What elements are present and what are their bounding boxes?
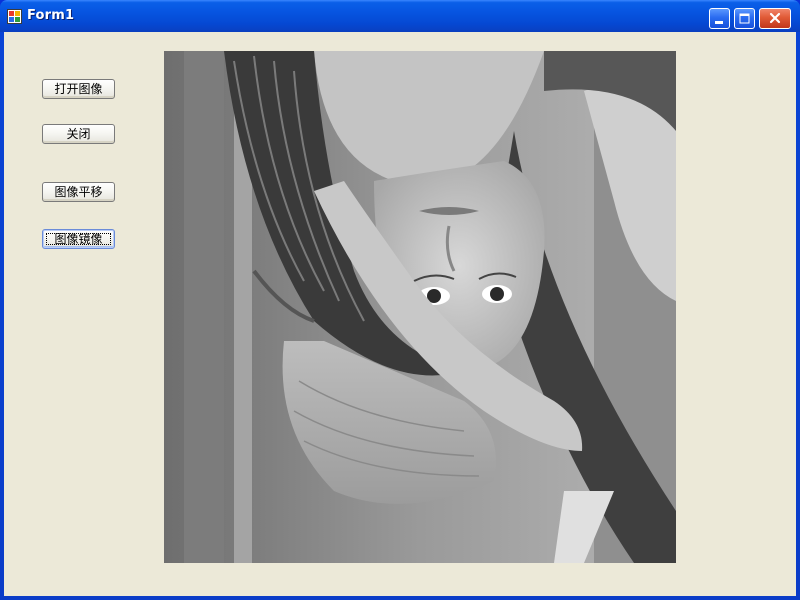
- mirror-image-button-label: 图像镜像: [54, 232, 103, 246]
- open-image-button[interactable]: 打开图像: [42, 79, 115, 99]
- minimize-button[interactable]: [709, 8, 730, 29]
- close-window-button[interactable]: [759, 8, 791, 29]
- maximize-button[interactable]: [734, 8, 755, 29]
- title-bar[interactable]: Form1: [0, 0, 800, 32]
- maximize-icon: [739, 13, 750, 24]
- window-title: Form1: [27, 8, 75, 23]
- close-icon: [769, 12, 781, 24]
- minimize-icon: [715, 21, 723, 24]
- main-window: Form1 打开图像 关闭 图像平移 图像镜像: [0, 0, 800, 600]
- flipped-portrait-image: [164, 51, 676, 563]
- form-client-area: 打开图像 关闭 图像平移 图像镜像: [4, 32, 796, 596]
- app-icon: [7, 9, 22, 24]
- picture-box: [164, 51, 676, 563]
- close-button[interactable]: 关闭: [42, 124, 115, 144]
- translate-image-button[interactable]: 图像平移: [42, 182, 115, 202]
- mirror-image-button[interactable]: 图像镜像: [42, 229, 115, 249]
